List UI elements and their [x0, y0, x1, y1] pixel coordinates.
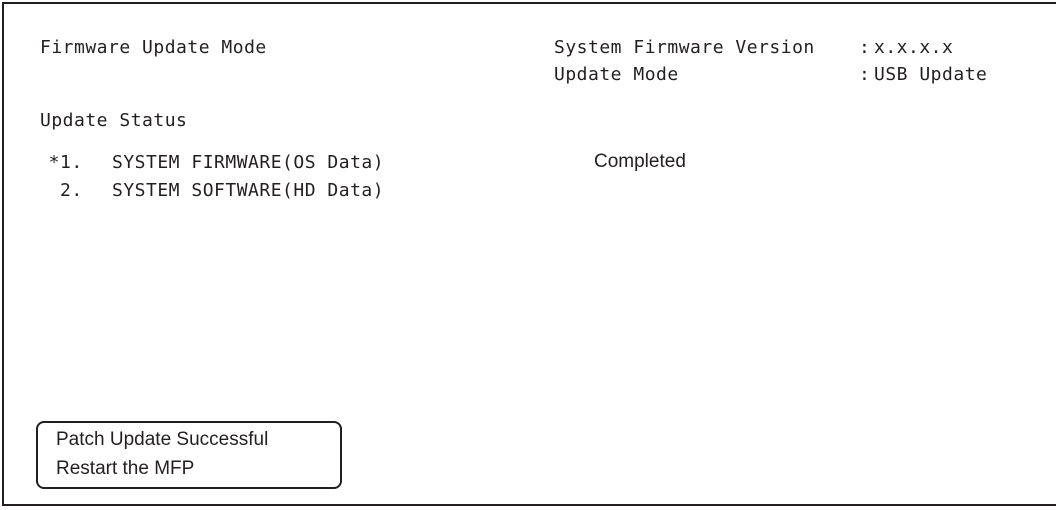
item-status: Completed	[594, 151, 686, 172]
update-mode-value: USB Update	[874, 64, 988, 85]
screen-title: Firmware Update Mode	[40, 37, 267, 58]
item-number: 2.	[60, 180, 83, 201]
item-number: 1.	[60, 152, 83, 173]
message-line-1: Patch Update Successful	[56, 429, 269, 450]
item-name: SYSTEM FIRMWARE(OS Data)	[112, 152, 385, 173]
system-firmware-version-label: System Firmware Version	[554, 37, 815, 58]
item-name: SYSTEM SOFTWARE(HD Data)	[112, 180, 385, 201]
info-separator: :	[859, 64, 871, 85]
update-status-heading: Update Status	[40, 110, 188, 131]
update-mode-label: Update Mode	[554, 64, 679, 85]
current-item-marker: *	[48, 152, 60, 173]
message-line-2: Restart the MFP	[56, 458, 195, 479]
status-message-box: Patch Update Successful Restart the MFP	[36, 421, 342, 489]
system-firmware-version-value: x.x.x.x	[874, 37, 954, 58]
info-separator: :	[859, 37, 871, 58]
firmware-update-screen: Firmware Update Mode System Firmware Ver…	[2, 2, 1056, 506]
